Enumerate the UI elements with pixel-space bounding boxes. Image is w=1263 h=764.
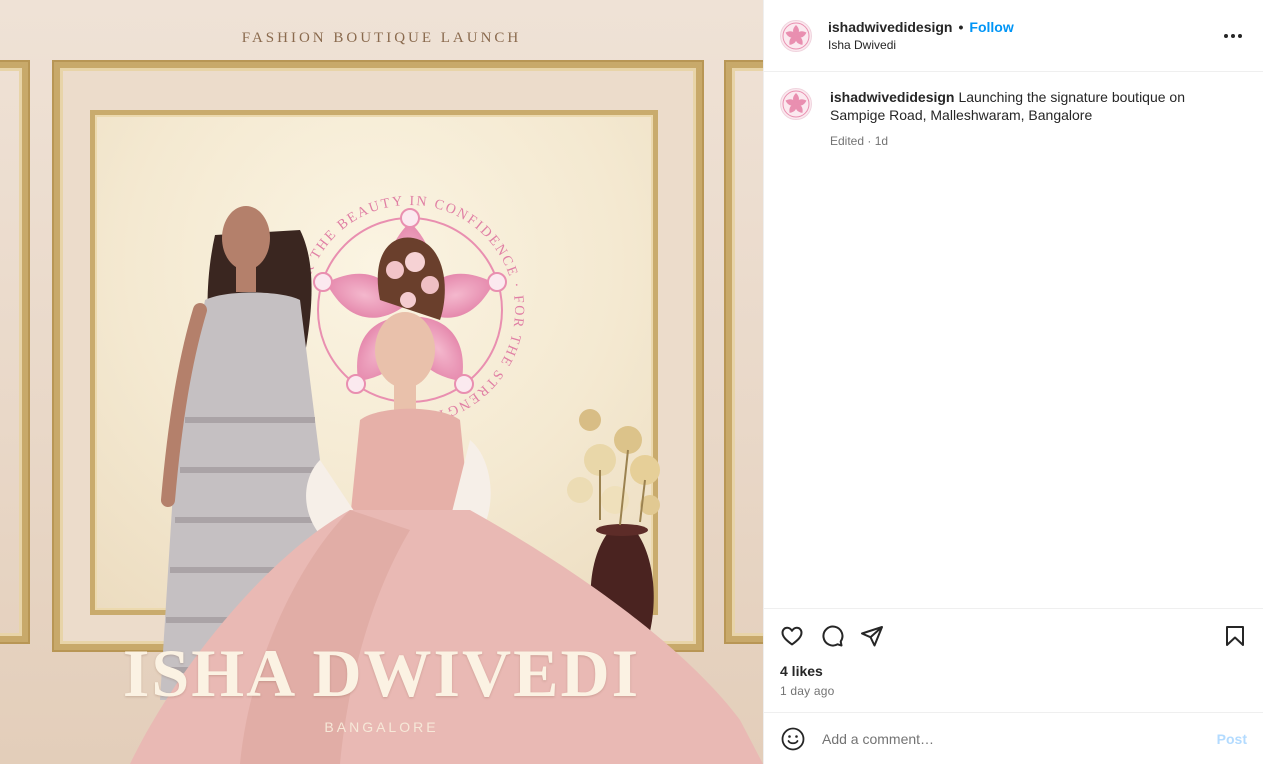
flower-logo-icon [782,90,810,118]
caption-meta: Edited · 1d [830,134,889,148]
header-subtitle[interactable]: Isha Dwivedi [828,38,1014,52]
post-image[interactable]: FOR THE BEAUTY IN CONFIDENCE · FOR THE S… [0,0,763,764]
share-button[interactable] [860,624,884,648]
action-icons [780,621,1247,651]
caption-text-block: ishadwivedidesign Launching the signature… [830,88,1230,150]
caption-area: ishadwivedidesign Launching the signature… [764,72,1263,608]
more-options-button[interactable] [1221,24,1245,48]
caption-username[interactable]: ishadwivedidesign [830,89,954,105]
emoji-button[interactable] [780,726,806,752]
comment-input[interactable] [822,730,1192,747]
heart-icon [781,626,803,646]
comment-button[interactable] [820,624,844,648]
likes-count[interactable]: 4 likes [780,663,1247,679]
share-icon [861,626,883,647]
post-timestamp[interactable]: 1 day ago [780,684,1247,698]
header-username[interactable]: ishadwivedidesign [828,19,952,35]
media-top-text: FASHION BOUTIQUE LAUNCH [241,30,522,46]
comment-icon [822,625,844,647]
save-button[interactable] [1223,624,1247,648]
comment-bar: Post [764,712,1263,764]
emoji-icon [781,727,805,750]
actions-section: 4 likes 1 day ago [764,608,1263,712]
avatar[interactable] [780,19,812,52]
flower-logo-icon [782,22,810,49]
header-text: ishadwivedidesign • Follow Isha Dwivedi [828,19,1014,52]
caption-avatar[interactable] [780,88,812,120]
follow-button[interactable]: Follow [969,19,1013,35]
brand-name: ISHA DWIVEDI [122,635,641,711]
like-button[interactable] [780,624,804,648]
brand-city: BANGALORE [324,719,439,735]
post-comment-button[interactable]: Post [1217,731,1247,747]
post-sidebar: ishadwivedidesign • Follow Isha Dwivedi [763,0,1263,764]
bookmark-icon [1226,626,1244,646]
more-horizontal-icon [1224,34,1242,38]
caption-row: ishadwivedidesign Launching the signature… [780,88,1247,150]
header-separator: • [958,19,964,35]
post-header: ishadwivedidesign • Follow Isha Dwivedi [764,0,1263,72]
instagram-post: FOR THE BEAUTY IN CONFIDENCE · FOR THE S… [0,0,1263,764]
